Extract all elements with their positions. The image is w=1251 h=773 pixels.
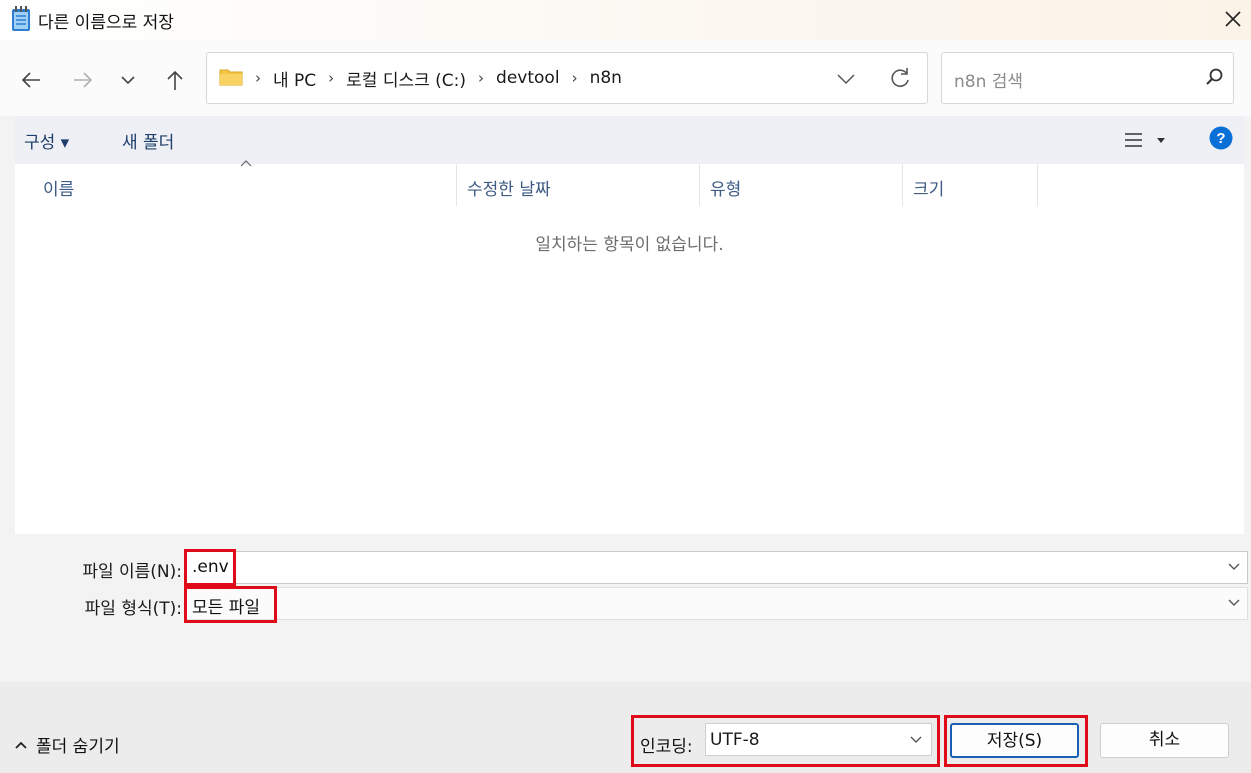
recent-dropdown-icon xyxy=(121,76,135,85)
column-header-type[interactable]: 유형 xyxy=(710,164,741,206)
highlight-box xyxy=(631,715,940,767)
breadcrumb-item[interactable]: n8n xyxy=(582,68,630,88)
filename-label: 파일 이름(N): xyxy=(82,562,182,582)
highlight-box xyxy=(184,586,277,623)
close-icon[interactable] xyxy=(1220,6,1246,32)
search-icon[interactable] xyxy=(1204,67,1224,87)
forward-button[interactable] xyxy=(65,62,101,98)
caret-up-icon xyxy=(15,741,27,749)
search-placeholder: n8n 검색 xyxy=(954,72,1024,92)
chevron-down-icon[interactable] xyxy=(833,67,859,91)
folder-icon xyxy=(219,69,243,86)
recent-locations-button[interactable] xyxy=(110,62,146,98)
command-bar: 구성 ▾ 새 폴더 ? xyxy=(15,116,1244,164)
column-divider[interactable] xyxy=(1037,164,1038,206)
search-input[interactable]: n8n 검색 xyxy=(941,52,1234,104)
column-header-size[interactable]: 크기 xyxy=(913,164,944,206)
breadcrumb-item[interactable]: 로컬 디스크 (C:) xyxy=(338,66,474,91)
view-options-icon[interactable] xyxy=(1123,128,1165,152)
window-title: 다른 이름으로 저장 xyxy=(38,13,174,33)
filetype-select[interactable]: 모든 파일 xyxy=(185,587,1248,620)
file-fields: 파일 이름(N): .env 파일 형식(T): 모든 파일 xyxy=(15,534,1251,682)
up-arrow-icon xyxy=(167,70,183,90)
cancel-button[interactable]: 취소 xyxy=(1100,723,1229,758)
column-header-name[interactable]: 이름 xyxy=(43,164,74,206)
back-arrow-icon xyxy=(21,72,40,88)
address-bar[interactable]: › 내 PC › 로컬 디스크 (C:) › devtool › n8n xyxy=(206,52,928,104)
svg-text:?: ? xyxy=(1216,130,1225,147)
highlight-box xyxy=(184,549,236,586)
up-button[interactable] xyxy=(157,62,193,98)
filetype-label: 파일 형식(T): xyxy=(84,599,182,619)
refresh-icon[interactable] xyxy=(887,65,913,91)
navigation-bar: › 내 PC › 로컬 디스크 (C:) › devtool › n8n n8n… xyxy=(0,40,1251,116)
caret-up-icon xyxy=(240,160,252,167)
organize-button[interactable]: 구성 ▾ xyxy=(24,128,69,153)
empty-list-message: 일치하는 항목이 없습니다. xyxy=(535,235,724,255)
help-icon[interactable]: ? xyxy=(1209,126,1233,150)
notepad-icon xyxy=(12,6,30,31)
title-bar: 다른 이름으로 저장 xyxy=(0,0,1251,40)
forward-arrow-icon xyxy=(74,72,93,88)
chevron-right-icon[interactable]: › xyxy=(474,69,488,87)
chevron-down-icon[interactable] xyxy=(1227,562,1241,572)
chevron-right-icon[interactable]: › xyxy=(568,69,582,87)
new-folder-button[interactable]: 새 폴더 xyxy=(122,128,174,153)
chevron-right-icon[interactable]: › xyxy=(251,69,265,87)
breadcrumb-item[interactable]: 내 PC xyxy=(265,66,324,91)
breadcrumb-item[interactable]: devtool xyxy=(488,68,568,88)
filename-field[interactable]: .env xyxy=(185,551,1248,584)
file-list[interactable]: 이름 수정한 날짜 유형 크기 일치하는 항목이 없습니다. xyxy=(15,160,1244,534)
breadcrumb: › 내 PC › 로컬 디스크 (C:) › devtool › n8n xyxy=(251,66,630,91)
column-divider[interactable] xyxy=(456,164,457,206)
column-header-modified[interactable]: 수정한 날짜 xyxy=(467,164,551,206)
hide-folders-label: 폴더 숨기기 xyxy=(36,737,120,757)
column-divider[interactable] xyxy=(902,164,903,206)
chevron-right-icon[interactable]: › xyxy=(324,69,338,87)
hide-folders-toggle[interactable]: 폴더 숨기기 xyxy=(14,732,120,757)
save-as-dialog: 다른 이름으로 저장 › 내 PC › 로컬 디스크 (C:) › devtoo… xyxy=(0,0,1251,773)
chevron-down-icon[interactable] xyxy=(1227,598,1241,608)
footer-bar: 폴더 숨기기 인코딩: UTF-8 저장(S) 취소 xyxy=(0,682,1251,773)
column-divider[interactable] xyxy=(699,164,700,206)
highlight-box xyxy=(944,715,1088,767)
back-button[interactable] xyxy=(13,62,49,98)
